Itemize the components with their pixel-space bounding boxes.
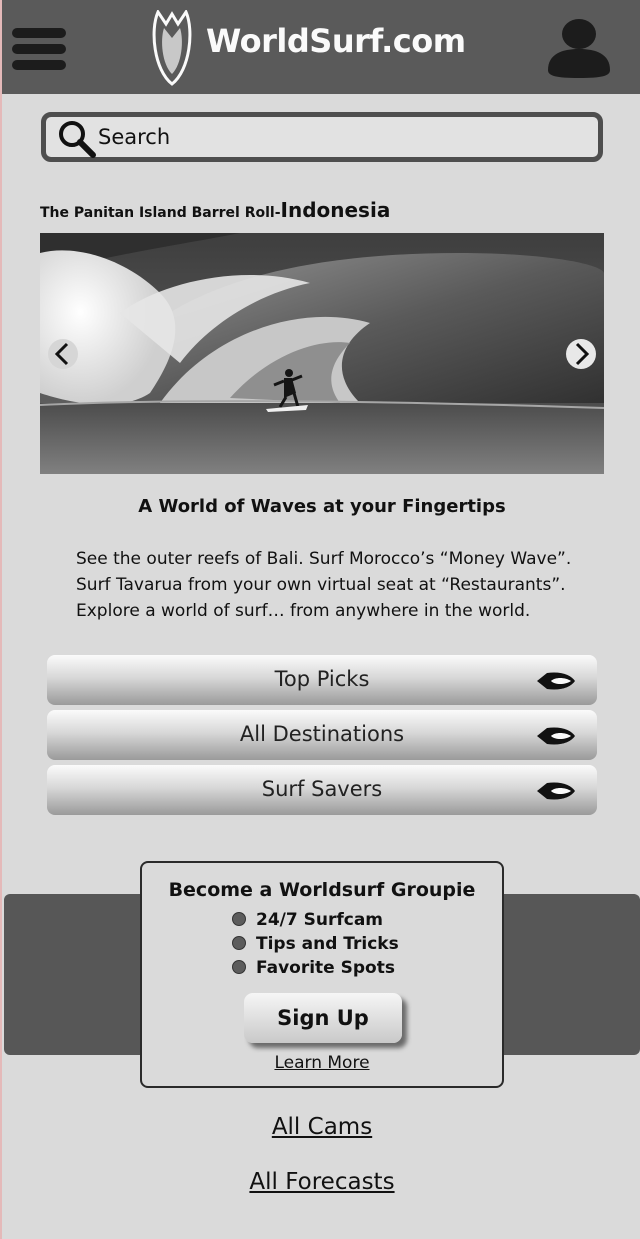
feature-title-location: Indonesia [280,198,391,222]
chevron-right-icon [575,342,590,366]
learn-more-link[interactable]: Learn More [142,1053,502,1073]
all-cams-link[interactable]: All Cams [2,1114,640,1140]
feature-item: 24/7 Surfcam [232,910,383,930]
surfboard-arrow-icon [537,782,575,800]
user-account-icon[interactable] [546,16,612,78]
search-input[interactable] [98,121,588,153]
page: WorldSurf.com The Panitan Island Barrel … [0,0,640,1239]
surfboard-arrow-icon [537,727,575,745]
bullet-icon [232,912,246,926]
all-forecasts-link[interactable]: All Forecasts [2,1169,640,1195]
chevron-left-icon [54,342,69,366]
all-destinations-button[interactable]: All Destinations [47,710,597,760]
groupie-title: Become a Worldsurf Groupie [168,879,476,901]
groupie-card: Become a Worldsurf Groupie 24/7 Surfcam … [140,861,504,1088]
intro-description: See the outer reefs of Bali. Surf Morocc… [76,546,596,624]
search-icon [59,121,96,158]
top-bar: WorldSurf.com [2,0,640,94]
nav-button-label: Surf Savers [261,777,383,801]
bullet-icon [232,960,246,974]
intro-line: Explore a world of surf… from anywhere i… [76,601,531,621]
feature-label: Favorite Spots [256,958,395,978]
search-bar[interactable] [41,112,603,162]
tagline: A World of Waves at your Fingertips [138,496,506,517]
brand-name[interactable]: WorldSurf.com [206,22,466,60]
carousel-next-button[interactable] [566,339,596,369]
intro-line: See the outer reefs of Bali. Surf Morocc… [76,549,572,569]
carousel-prev-button[interactable] [48,339,78,369]
surf-savers-button[interactable]: Surf Savers [47,765,597,815]
feature-title-prefix: The Panitan Island Barrel Roll- [40,205,281,221]
feature-item: Favorite Spots [232,958,395,978]
surfboard-arrow-icon [537,672,575,690]
intro-line: Surf Tavarua from your own virtual seat … [76,575,566,595]
nav-button-label: Top Picks [274,667,370,691]
hamburger-menu-icon[interactable] [12,28,68,72]
feature-label: Tips and Tricks [256,934,399,954]
nav-button-label: All Destinations [239,722,405,746]
top-picks-button[interactable]: Top Picks [47,655,597,705]
feature-item: Tips and Tricks [232,934,399,954]
hero-carousel[interactable] [40,233,604,474]
surf-wave-photo [40,233,604,474]
bullet-icon [232,936,246,950]
surfboard-logo-icon [152,10,192,86]
feature-title: The Panitan Island Barrel Roll-Indonesia [40,198,390,222]
sign-up-button[interactable]: Sign Up [244,993,402,1043]
feature-label: 24/7 Surfcam [256,910,384,930]
